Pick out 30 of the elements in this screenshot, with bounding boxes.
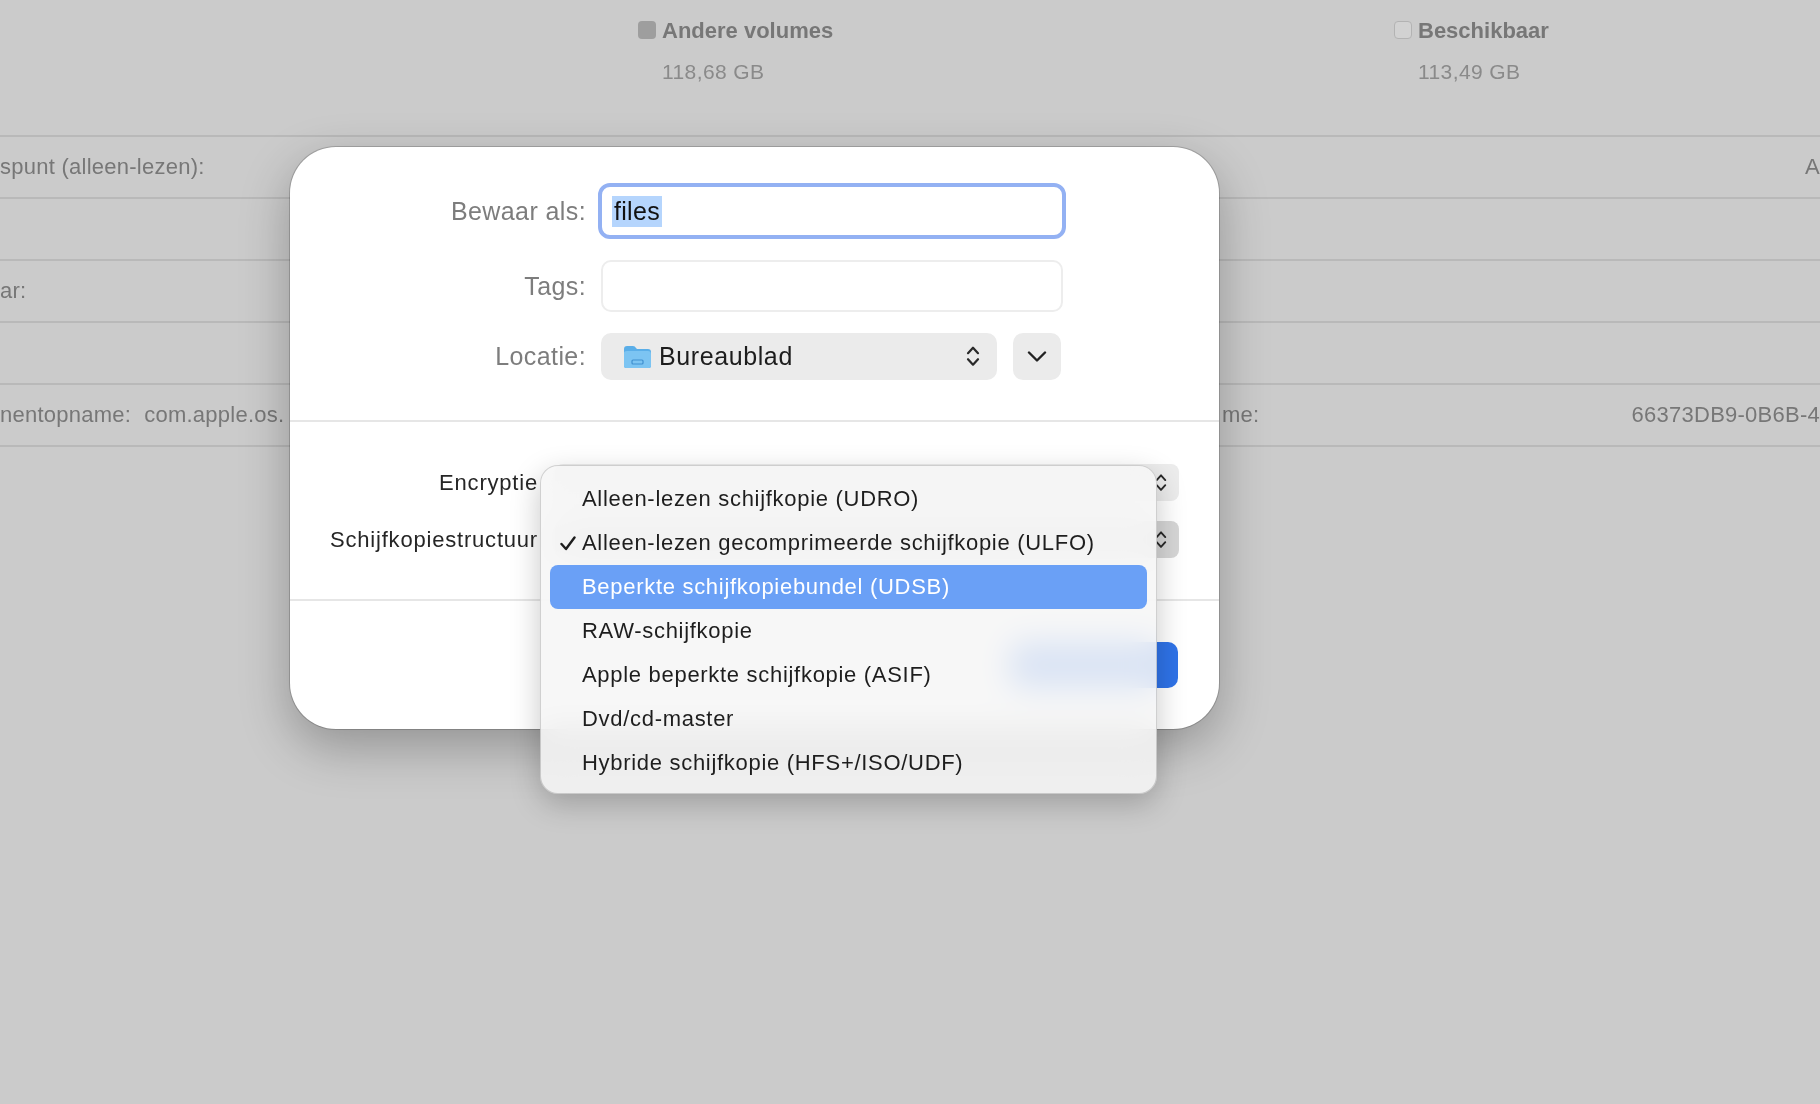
chevron-down-icon (1027, 351, 1047, 362)
expand-button[interactable] (1013, 333, 1061, 380)
legend-title: Andere volumes (662, 18, 834, 44)
menu-item[interactable]: Hybride schijfkopie (HFS+/ISO/UDF) (550, 741, 1147, 785)
field-label: Schijfkopiestructuur (329, 526, 538, 553)
row-value: A (1805, 154, 1820, 180)
legend-value: 113,49 GB (1418, 59, 1521, 85)
menu-item[interactable]: Dvd/cd-master (550, 697, 1147, 741)
row-label: ar: (0, 278, 27, 304)
folder-icon (623, 344, 652, 369)
up-down-chevron-icon (1155, 529, 1167, 550)
legend-value: 118,68 GB (662, 59, 765, 85)
filename-field[interactable]: files (598, 183, 1066, 239)
up-down-chevron-icon (1155, 472, 1167, 493)
location-popup[interactable]: Bureaublad (601, 333, 997, 380)
field-label: Tags: (523, 271, 586, 301)
menu-item[interactable]: Alleen-lezen gecomprimeerde schijfkopie (ULFO) (550, 521, 1147, 565)
row-value: 66373DB9-0B6B-4 (1631, 402, 1820, 428)
field-label: Encryptie (438, 469, 538, 496)
menu-item[interactable]: RAW-schijfkopie (550, 609, 1147, 653)
menu-item[interactable]: Alleen-lezen schijfkopie (UDRO) (550, 477, 1147, 521)
row-value: com.apple.os. (144, 402, 285, 428)
up-down-chevron-icon (966, 345, 980, 368)
row-label: nentopname: (0, 402, 132, 428)
legend-title: Beschikbaar (1418, 18, 1549, 44)
menu-item[interactable]: Apple beperkte schijfkopie (ASIF) (550, 653, 1147, 697)
field-label: Locatie: (494, 342, 586, 371)
row-label: me: (1222, 402, 1260, 427)
row-label: spunt (alleen-lezen): (0, 154, 205, 180)
field-label: Bewaar als: (450, 196, 586, 226)
